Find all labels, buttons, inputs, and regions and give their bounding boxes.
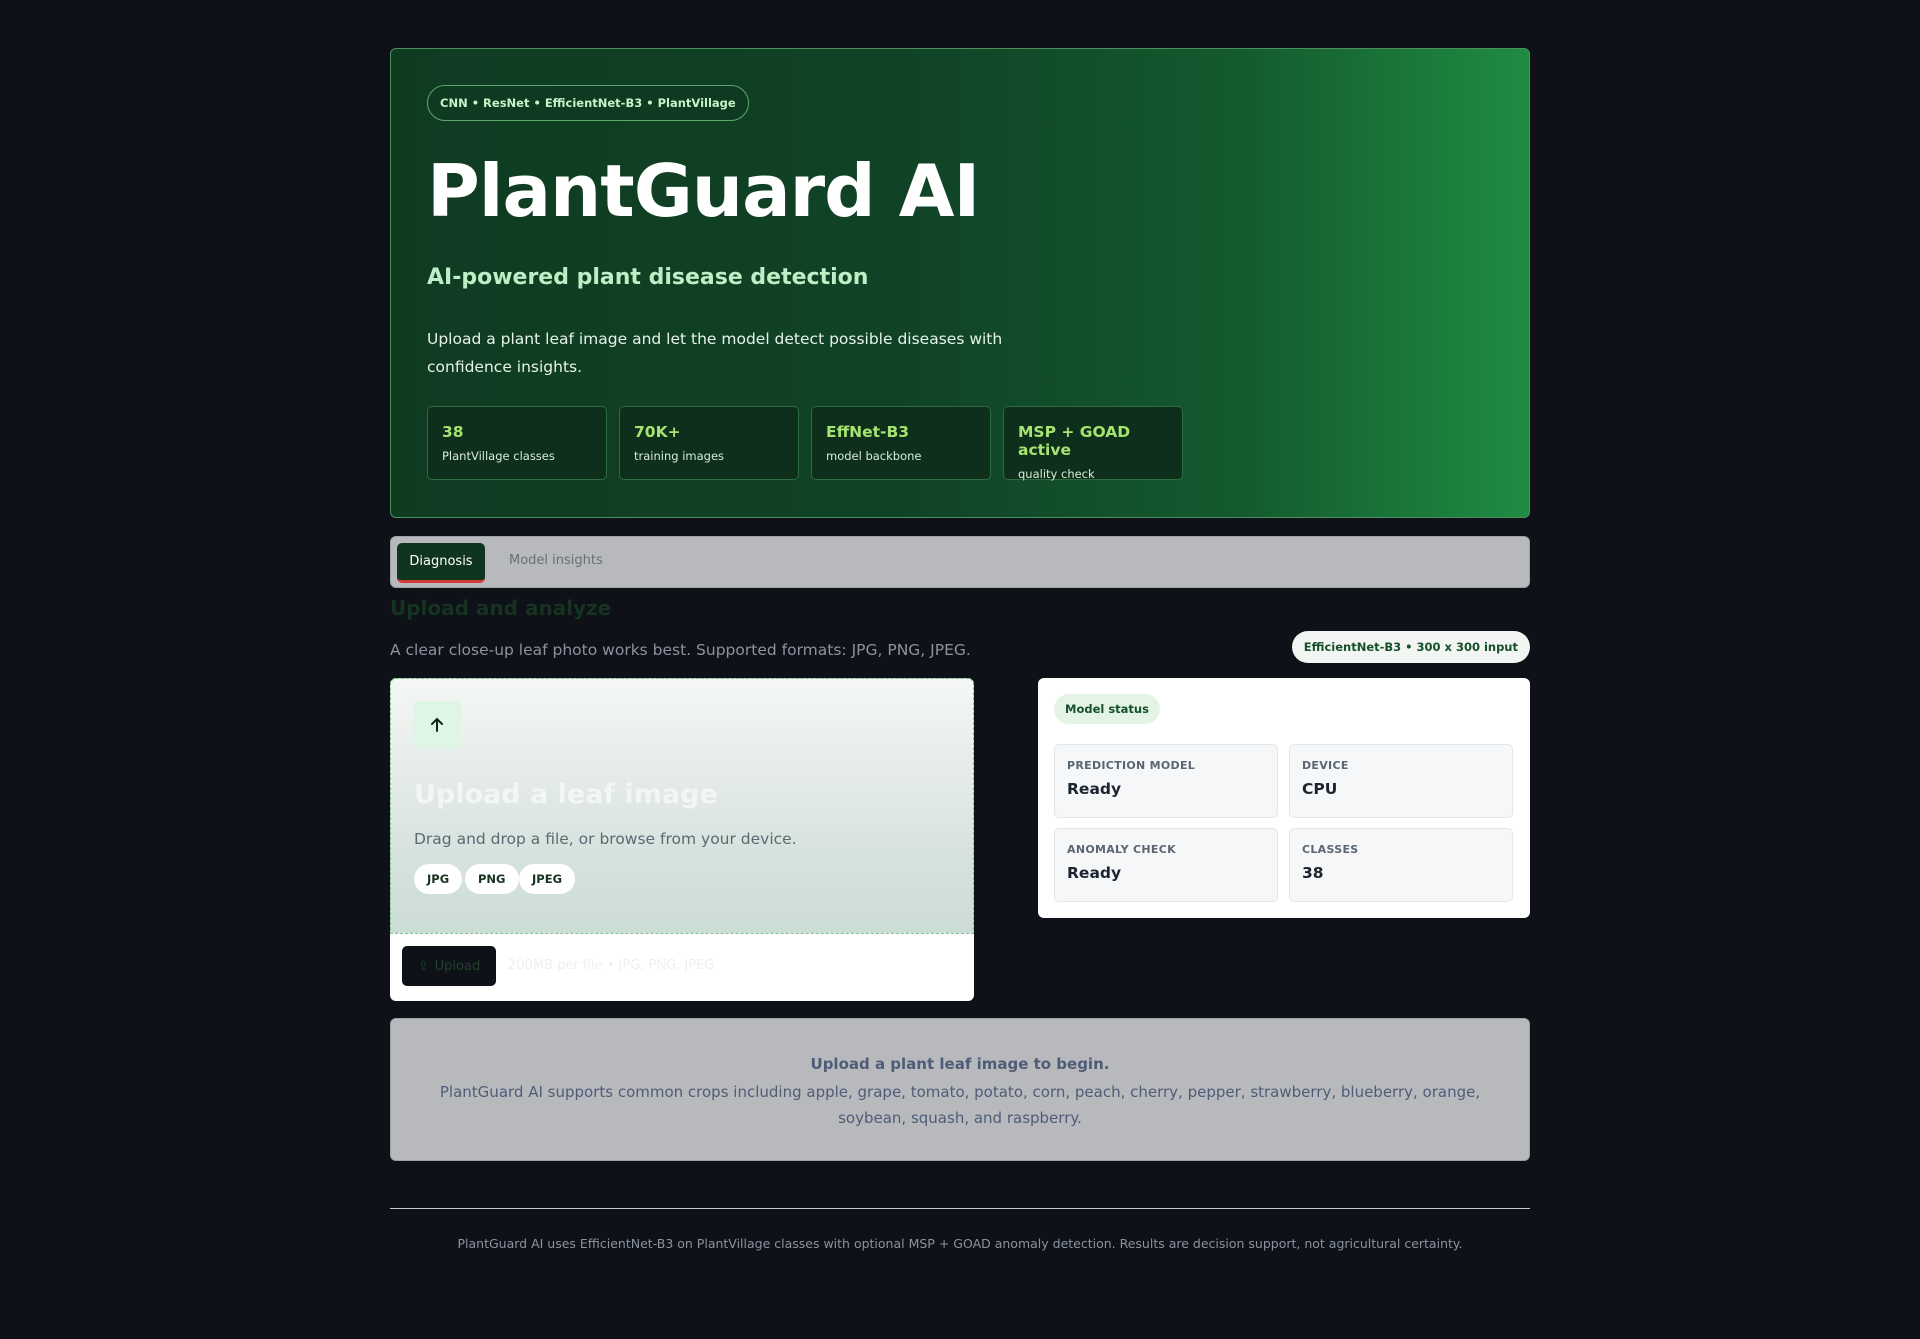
- upload-subtitle: Drag and drop a file, or browse from you…: [414, 830, 797, 848]
- status-value: Ready: [1067, 780, 1122, 798]
- upload-dropzone[interactable]: Upload a leaf image Drag and drop a file…: [390, 678, 974, 934]
- format-badge-jpeg: JPEG: [519, 864, 576, 894]
- format-badge-png: PNG: [465, 864, 519, 894]
- section-subtitle: A clear close-up leaf photo works best. …: [390, 641, 971, 659]
- footer-text: PlantGuard AI uses EfficientNet-B3 on Pl…: [457, 1236, 1463, 1251]
- arrow-up-icon: [413, 701, 461, 749]
- status-value: 38: [1302, 864, 1324, 882]
- info-text: PlantGuard AI supports common crops incl…: [439, 1083, 1481, 1127]
- info-panel: Upload a plant leaf image to begin. Plan…: [390, 1018, 1530, 1161]
- status-key: DEVICE: [1302, 759, 1349, 772]
- status-value: Ready: [1067, 864, 1122, 882]
- model-status-pill: Model status: [1054, 694, 1160, 724]
- upload-title: Upload a leaf image: [414, 779, 718, 810]
- status-key: ANOMALY CHECK: [1067, 843, 1176, 856]
- file-uploader: ⇪ Upload 200MB per file • JPG, PNG, JPEG: [390, 934, 974, 1001]
- format-badge-jpg: JPG: [414, 864, 463, 894]
- status-key: PREDICTION MODEL: [1067, 759, 1196, 772]
- upload-button[interactable]: ⇪ Upload: [402, 946, 496, 986]
- model-status-card: Model status PREDICTION MODEL Ready DEVI…: [1038, 678, 1530, 918]
- footer-divider: [390, 1208, 1530, 1209]
- section-title: Upload and analyze: [390, 596, 612, 620]
- status-anomaly-check: ANOMALY CHECK Ready: [1054, 828, 1278, 902]
- status-device: DEVICE CPU: [1289, 744, 1513, 818]
- status-prediction-model: PREDICTION MODEL Ready: [1054, 744, 1278, 818]
- model-input-badge: EfficientNet-B3 • 300 x 300 input: [1291, 631, 1530, 663]
- info-heading: Upload a plant leaf image to begin.: [810, 1055, 1110, 1073]
- upload-button-label: Upload: [434, 958, 481, 974]
- status-key: CLASSES: [1302, 843, 1359, 856]
- status-value: CPU: [1302, 780, 1338, 798]
- status-classes: CLASSES 38: [1289, 828, 1513, 902]
- content-area: Upload and analyze A clear close-up leaf…: [390, 0, 1530, 1339]
- upload-hint: 200MB per file • JPG, PNG, JPEG: [508, 958, 715, 973]
- upload-icon: ⇪: [417, 958, 429, 974]
